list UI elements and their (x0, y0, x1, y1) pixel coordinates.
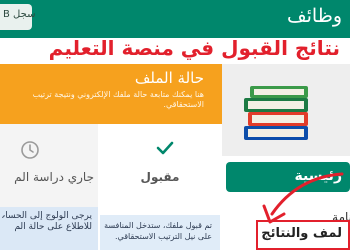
register-button-label: B سجل (3, 9, 36, 20)
pointer-arrow-icon (262, 172, 344, 224)
book-icon (250, 86, 308, 98)
file-status-description: هنا يمكنك متابعة حالة ملفك الإلكتروني ون… (32, 90, 204, 109)
under-review-info-box: يرجى الولوج إلى الحساب للاطلاع على حالة … (0, 207, 98, 250)
logo-text: وظائف (286, 5, 342, 27)
info-line: للاطلاع على حالة الم (14, 222, 92, 232)
accepted-info-box: تم قبول ملفك، ستدخل المنافسة على نيل الت… (100, 215, 220, 250)
top-bar: B سجل وظائف (0, 0, 350, 40)
book-icon (244, 98, 308, 112)
file-status-title: حالة الملف (134, 69, 204, 87)
books-image (222, 64, 350, 156)
book-icon (248, 112, 308, 126)
status-label-accepted: مقبول (140, 170, 180, 184)
site-logo[interactable]: وظائف (286, 3, 342, 37)
headline-text: نتائج القبول في منصة التعليم (48, 36, 340, 60)
register-button[interactable]: B سجل (0, 4, 36, 30)
info-line: يرجى الولوج إلى الحساب (2, 211, 92, 221)
headline-banner: نتائج القبول في منصة التعليم (0, 36, 350, 62)
book-icon (244, 126, 308, 140)
under-review-info-text: يرجى الولوج إلى الحساب للاطلاع على حالة … (2, 211, 92, 233)
accepted-info-text: تم قبول ملفك، ستدخل المنافسة على نيل الت… (104, 221, 212, 241)
check-icon (156, 141, 174, 155)
file-status-panel: حالة الملف هنا يمكنك متابعة حالة ملفك ال… (0, 64, 222, 124)
status-label-under-review: جاري دراسة الم (14, 170, 94, 184)
clock-icon (21, 141, 39, 159)
